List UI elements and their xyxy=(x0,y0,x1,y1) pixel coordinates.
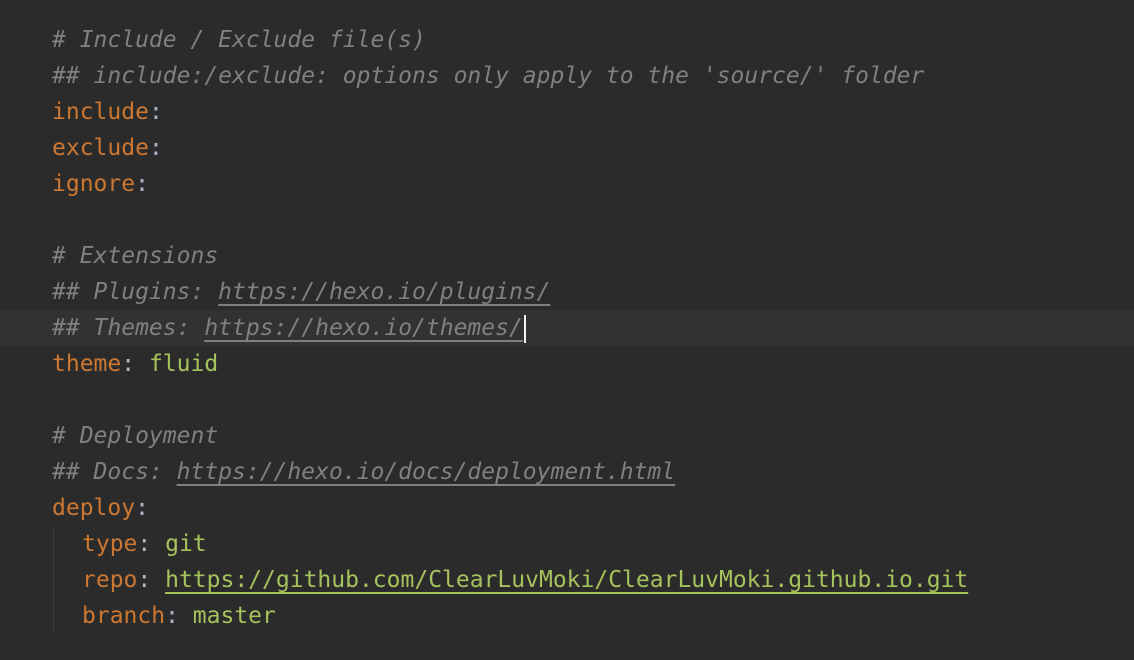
kv-pair: include: xyxy=(52,94,163,130)
code-line[interactable]: exclude: xyxy=(0,130,1134,166)
yaml-colon: : xyxy=(135,495,149,521)
comment-text: # Deployment xyxy=(52,423,219,449)
current-code-line[interactable]: ## Themes: https://hexo.io/themes/ xyxy=(0,310,1134,346)
deployment-docs-link[interactable]: https://hexo.io/docs/deployment.html xyxy=(177,459,676,485)
comment-prefix: ## Plugins: xyxy=(52,279,219,305)
plugins-link[interactable]: https://hexo.io/plugins/ xyxy=(218,279,550,305)
kv-pair: theme: fluid xyxy=(52,346,218,382)
kv-pair: ignore: xyxy=(52,166,149,202)
code-line[interactable]: ## Docs: https://hexo.io/docs/deployment… xyxy=(0,454,1134,490)
code-line[interactable]: # Deployment xyxy=(0,418,1134,454)
code-line[interactable]: # Include / Exclude file(s) xyxy=(0,22,1134,58)
code-line[interactable]: include: xyxy=(0,94,1134,130)
code-editor[interactable]: # Include / Exclude file(s) ## include:/… xyxy=(0,0,1134,660)
comment-with-link: ## Themes: https://hexo.io/themes/ xyxy=(52,310,526,346)
yaml-colon: : xyxy=(148,135,163,161)
comment-text: # Include / Exclude file(s) xyxy=(52,27,426,53)
yaml-colon: : xyxy=(137,531,166,557)
comment-text: ## include:/exclude: options only apply … xyxy=(52,63,925,89)
yaml-colon: : xyxy=(148,99,163,125)
indent-guide xyxy=(53,527,54,633)
code-line[interactable]: ## include:/exclude: options only apply … xyxy=(0,58,1134,94)
yaml-key: branch xyxy=(82,603,166,629)
themes-link[interactable]: https://hexo.io/themes/ xyxy=(204,315,523,341)
yaml-colon: : xyxy=(165,603,193,629)
code-line[interactable]: branch: master xyxy=(0,598,1134,634)
code-line[interactable]: theme: fluid xyxy=(0,346,1134,382)
code-line[interactable]: repo: https://github.com/ClearLuvMoki/Cl… xyxy=(0,562,1134,598)
yaml-key: exclude xyxy=(52,135,149,161)
yaml-value: master xyxy=(192,603,276,629)
kv-pair: repo: https://github.com/ClearLuvMoki/Cl… xyxy=(82,562,968,598)
yaml-key: include xyxy=(52,99,149,125)
code-line[interactable]: deploy: xyxy=(0,490,1134,526)
comment-prefix: ## Docs: xyxy=(52,459,177,485)
text-caret xyxy=(523,314,526,343)
yaml-key: deploy xyxy=(52,495,136,521)
comment-text: # Extensions xyxy=(52,243,219,269)
yaml-key: theme xyxy=(52,351,122,377)
code-line[interactable]: type: git xyxy=(0,526,1134,562)
code-line[interactable]: ## Plugins: https://hexo.io/plugins/ xyxy=(0,274,1134,310)
kv-pair: type: git xyxy=(82,526,207,562)
comment-prefix: ## Themes: xyxy=(52,315,205,341)
yaml-key: repo xyxy=(82,567,138,593)
yaml-value: fluid xyxy=(148,351,219,377)
kv-pair: branch: master xyxy=(82,598,276,634)
yaml-colon: : xyxy=(135,171,149,197)
comment-with-link: ## Docs: https://hexo.io/docs/deployment… xyxy=(52,454,675,490)
yaml-value: git xyxy=(165,531,207,557)
yaml-key: ignore xyxy=(52,171,136,197)
yaml-colon: : xyxy=(121,351,149,377)
code-line[interactable]: # Extensions xyxy=(0,238,1134,274)
code-line[interactable]: ignore: xyxy=(0,166,1134,202)
yaml-colon: : xyxy=(137,567,166,593)
comment-with-link: ## Plugins: https://hexo.io/plugins/ xyxy=(52,274,551,310)
repo-link[interactable]: https://github.com/ClearLuvMoki/ClearLuv… xyxy=(165,567,968,593)
kv-pair: exclude: xyxy=(52,130,163,166)
yaml-key: type xyxy=(82,531,138,557)
kv-pair: deploy: xyxy=(52,490,149,526)
